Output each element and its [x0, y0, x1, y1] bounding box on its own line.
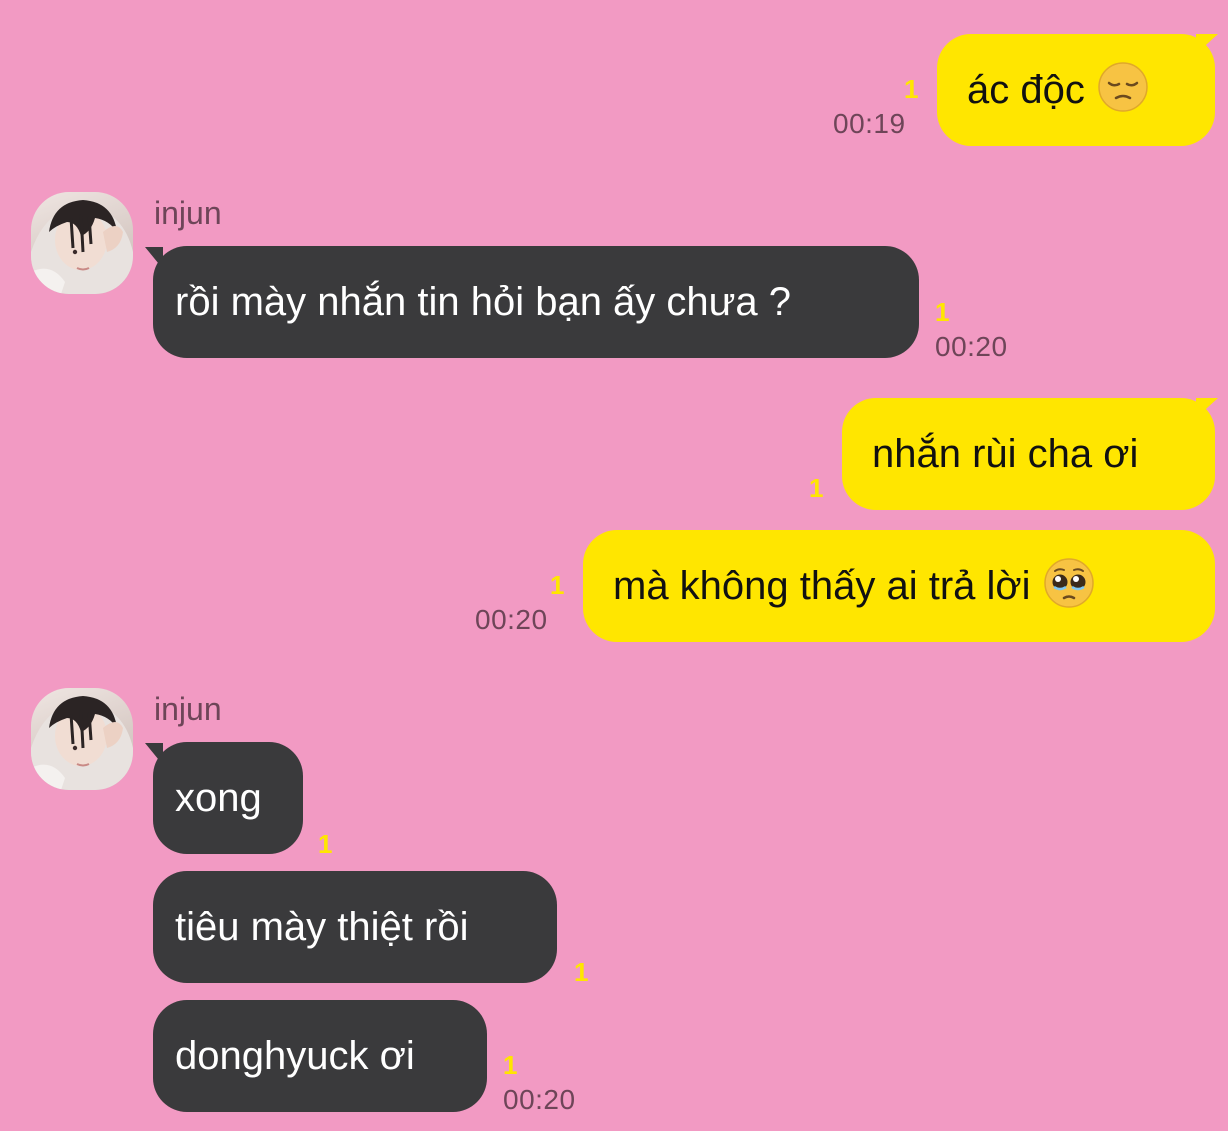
message-bubble-incoming[interactable]: donghyuck ơi: [153, 1000, 487, 1112]
avatar[interactable]: [31, 192, 133, 294]
read-count: 1: [318, 829, 333, 859]
message-time: 00:20: [475, 604, 548, 635]
message-time: 00:19: [833, 108, 906, 139]
message-bubble-incoming[interactable]: tiêu mày thiệt rồi: [153, 871, 557, 983]
pensive-face-emoji-icon: [1097, 44, 1149, 112]
read-count: 1: [550, 570, 565, 600]
message-text: nhắn rùi cha ơi: [872, 432, 1139, 476]
bubble-tail: [1196, 398, 1218, 418]
message-text: mà không thấy ai trả lời: [613, 564, 1031, 608]
read-count: 1: [904, 74, 919, 104]
sender-name: injun: [154, 691, 222, 727]
sender-name: injun: [154, 195, 222, 231]
message-text: ác độc: [967, 68, 1085, 112]
message-text: rồi mày nhắn tin hỏi bạn ấy chưa ?: [175, 280, 792, 324]
read-count: 1: [574, 957, 589, 987]
read-count: 1: [935, 297, 950, 327]
message-bubble-outgoing[interactable]: mà không thấy ai trả lời: [583, 530, 1215, 642]
read-count: 1: [503, 1050, 518, 1080]
read-count: 1: [809, 473, 824, 503]
message-bubble-incoming[interactable]: rồi mày nhắn tin hỏi bạn ấy chưa ?: [153, 246, 919, 358]
message-text: tiêu mày thiệt rồi: [175, 905, 469, 949]
message-time: 00:20: [503, 1084, 576, 1115]
message-bubble-incoming[interactable]: xong: [153, 742, 303, 854]
pleading-face-emoji-icon: [1043, 540, 1095, 608]
message-text: xong: [175, 776, 262, 820]
message-text: donghyuck ơi: [175, 1034, 415, 1078]
message-bubble-outgoing[interactable]: ác độc: [937, 34, 1215, 146]
bubble-tail: [1196, 34, 1218, 54]
message-bubble-outgoing[interactable]: nhắn rùi cha ơi: [842, 398, 1215, 510]
message-time: 00:20: [935, 331, 1008, 362]
avatar[interactable]: [31, 688, 133, 790]
